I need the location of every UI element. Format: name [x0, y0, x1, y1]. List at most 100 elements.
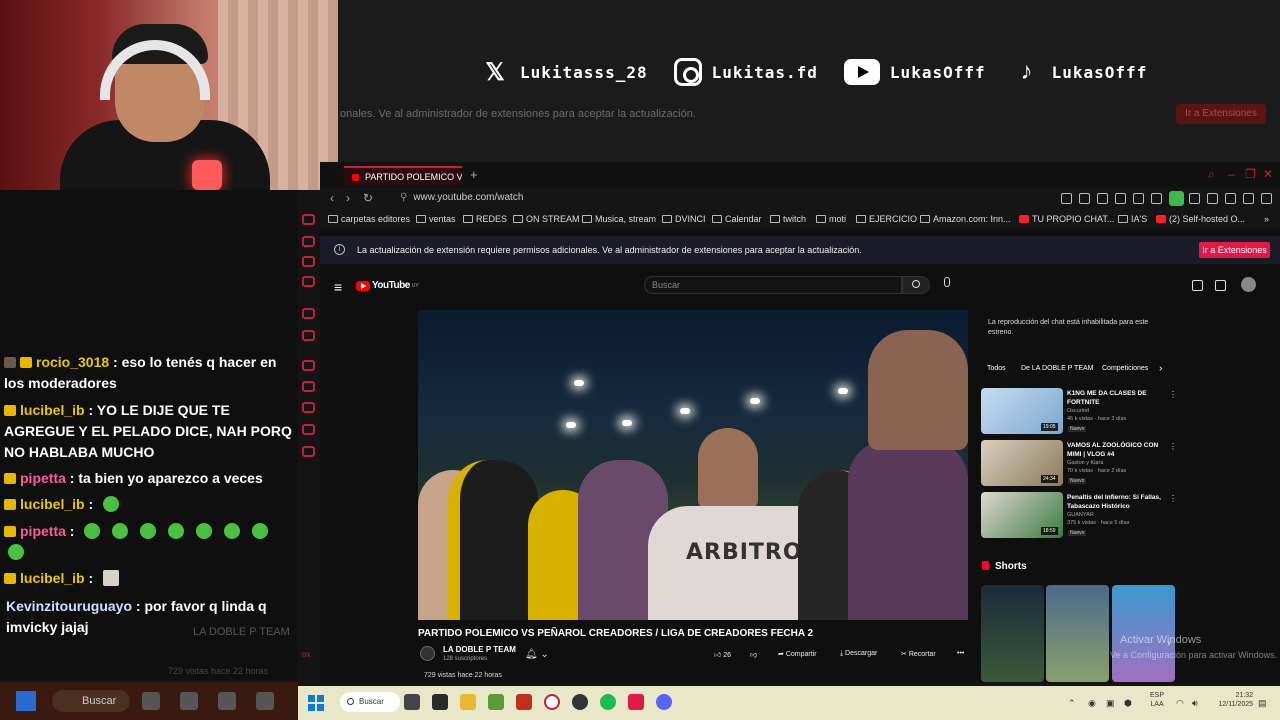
crop-icon[interactable] [1097, 193, 1108, 204]
spotify-icon[interactable] [600, 694, 616, 710]
more-actions-icon[interactable]: ••• [957, 650, 964, 657]
bookmark-folder[interactable]: twitch [770, 214, 806, 224]
go-to-extensions-button[interactable]: Ir a Extensiones [1199, 242, 1270, 258]
chip-channel[interactable]: De LA DOBLE P TEAM [1021, 365, 1094, 372]
bookmark-link[interactable]: Amazon.com: Inn... [920, 214, 1011, 224]
url-field[interactable]: ⚲ www.youtube.com/watch [400, 192, 523, 203]
sidebar-x-icon[interactable] [302, 330, 315, 341]
recommendation-item[interactable]: 19:05 K1NG ME DA CLASES DE FORTNITE Oscu… [981, 388, 1181, 434]
channel-avatar[interactable] [420, 646, 435, 661]
account-avatar[interactable] [1241, 277, 1256, 292]
tiktok-app-icon[interactable] [628, 694, 644, 710]
download-icon[interactable] [1243, 193, 1254, 204]
clip-button[interactable]: ✂ Recortar [901, 650, 936, 658]
windows-start-button[interactable] [308, 695, 324, 711]
sidebar-gamepad-icon[interactable] [302, 381, 315, 392]
short-thumbnail[interactable] [981, 585, 1044, 682]
more-options-icon[interactable]: ⋮ [1169, 390, 1177, 399]
pin-icon[interactable] [1079, 193, 1090, 204]
tray-app-icon[interactable]: ⬢ [1124, 698, 1132, 709]
app-icon[interactable] [432, 694, 448, 710]
download-button[interactable]: ⤓ Descargar [840, 650, 877, 658]
more-options-icon[interactable]: ⋮ [1169, 442, 1177, 451]
search-button[interactable] [902, 276, 930, 294]
bookmark-folder[interactable]: carpetas editores [328, 214, 410, 224]
dislike-button[interactable]: 👎︎ [750, 650, 757, 659]
sidebar-arc-icon[interactable] [302, 308, 315, 319]
sidebar-clock-icon[interactable] [302, 402, 315, 413]
minecraft-icon[interactable] [488, 694, 504, 710]
obs-icon[interactable] [572, 694, 588, 710]
more-options-icon[interactable]: ⋮ [1169, 494, 1177, 503]
puzzle-icon[interactable] [1207, 193, 1218, 204]
chips-next-icon[interactable]: › [1159, 363, 1162, 374]
bookmark-folder[interactable]: DVINCI [662, 214, 706, 224]
recommendation-item[interactable]: 24:34 VAMOS AL ZOOLÓGICO CON MIMI | VLOG… [981, 440, 1181, 486]
zoom-icon[interactable] [1061, 193, 1072, 204]
search-tabs-icon[interactable]: ⌕ [1208, 167, 1215, 182]
close-button[interactable]: ✕ [1263, 167, 1273, 181]
block-icon[interactable] [1115, 193, 1126, 204]
file-explorer-icon[interactable] [460, 694, 476, 710]
bookmark-folder[interactable]: IA'S [1118, 214, 1147, 224]
bookmark-folder[interactable]: Musica, stream [582, 214, 656, 224]
notifications-icon[interactable]: ▤ [1258, 698, 1267, 709]
video-player[interactable]: ARBITROS [418, 310, 968, 620]
recommendation-item[interactable]: 18:59 Penaltis del Infierno: Si Fallas, … [981, 492, 1181, 538]
bookmark-folder[interactable]: EJERCICIO [856, 214, 917, 224]
channel-name[interactable]: LA DOBLE P TEAM [443, 645, 516, 654]
menu-icon[interactable] [1261, 193, 1272, 204]
language-indicator[interactable]: ESP LAA [1150, 691, 1164, 709]
chip-competitions[interactable]: Competiciones [1102, 365, 1148, 372]
bookmark-link[interactable]: (2) Self-hosted O... [1156, 214, 1245, 224]
tray-overflow-icon[interactable]: ⌃ [1068, 698, 1076, 709]
bookmark-link[interactable]: TU PROPIO CHAT... [1019, 214, 1114, 224]
reload-button[interactable]: ↻ [363, 191, 373, 205]
sidebar-chat-icon[interactable] [302, 256, 315, 267]
upload-icon[interactable] [1192, 280, 1203, 291]
forward-button[interactable]: › [346, 191, 350, 205]
bookmark-folder[interactable]: REDES [463, 214, 507, 224]
back-button[interactable]: ‹ [330, 191, 334, 205]
clock[interactable]: 21:32 12/11/2025 [1211, 691, 1253, 709]
taskbar-search[interactable]: Buscar [340, 692, 400, 712]
vpn-extension-icon[interactable] [1169, 191, 1184, 206]
sidebar-notes-icon[interactable] [302, 276, 315, 287]
maximize-button[interactable]: ❐ [1245, 167, 1256, 181]
short-thumbnail[interactable] [1046, 585, 1109, 682]
youtube-logo[interactable]: YouTube UY [356, 280, 419, 291]
extension-icon[interactable] [1189, 193, 1200, 204]
opera-gx-icon[interactable] [544, 694, 560, 710]
share-button[interactable]: ➦ Compartir [778, 650, 817, 658]
tray-app-icon[interactable]: ◉ [1088, 698, 1096, 709]
hamburger-menu-icon[interactable]: ≡ [334, 279, 342, 295]
subscribe-bell-icon[interactable]: 🔔︎ ⌄ [525, 649, 549, 660]
tray-app-icon[interactable]: ▣ [1106, 698, 1115, 709]
bookmark-link[interactable]: Calendar [712, 214, 762, 224]
microphone-icon[interactable] [944, 277, 950, 287]
search-input[interactable]: Buscar [644, 276, 902, 294]
chip-all[interactable]: Todos [987, 365, 1006, 372]
bookmark-folder[interactable]: ventas [416, 214, 456, 224]
tab-youtube[interactable]: PARTIDO POLEMICO VS P [344, 166, 462, 186]
minimize-button[interactable]: – [1228, 167, 1235, 181]
sidebar-cube-icon[interactable] [302, 424, 315, 435]
sidebar-history-icon[interactable] [302, 214, 315, 225]
discord-icon[interactable] [656, 694, 672, 710]
sidebar-more-icon[interactable]: ox [302, 650, 315, 661]
task-view-icon[interactable] [404, 694, 420, 710]
like-button[interactable]: 👍︎ 26 [714, 650, 731, 659]
bookmarks-overflow-icon[interactable]: » [1264, 214, 1269, 224]
sidebar-bag-icon[interactable] [302, 236, 315, 247]
wifi-icon[interactable]: ◠ [1176, 698, 1184, 709]
app-icon[interactable] [516, 694, 532, 710]
heart-icon[interactable] [1151, 193, 1162, 204]
sidebar-settings-icon[interactable] [302, 446, 315, 457]
shield-icon[interactable] [1225, 193, 1236, 204]
bookmark-folder[interactable]: moti [816, 214, 846, 224]
volume-icon[interactable]: 🔊︎ [1192, 698, 1198, 709]
bookmark-icon[interactable] [1133, 193, 1144, 204]
notifications-bell-icon[interactable] [1215, 280, 1226, 291]
sidebar-music-icon[interactable] [302, 360, 315, 371]
bookmark-folder[interactable]: ON STREAM [513, 214, 580, 224]
